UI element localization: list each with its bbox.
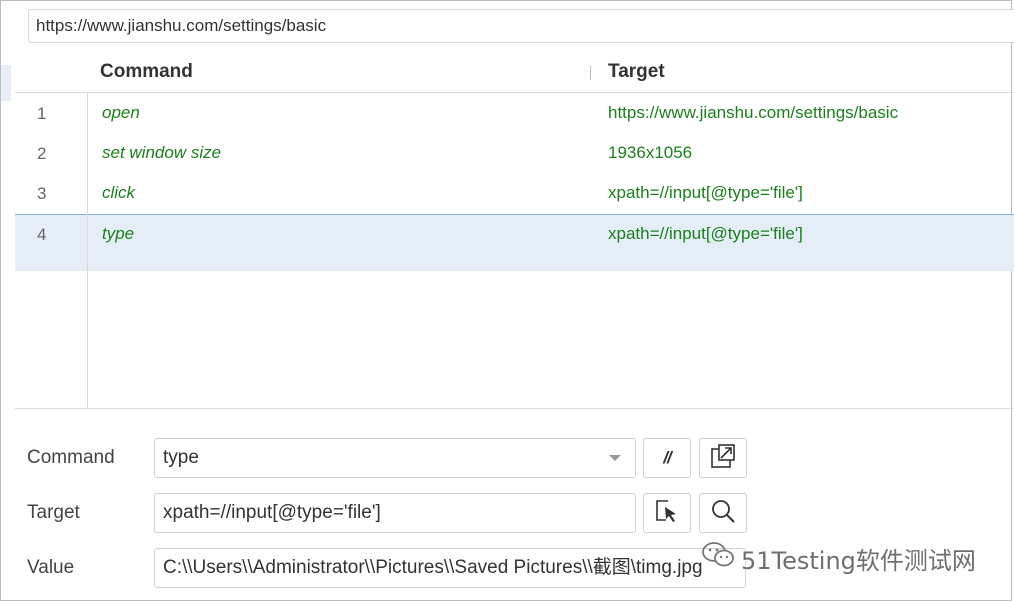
- command-label: Command: [27, 447, 115, 468]
- row-command: set window size: [102, 143, 222, 162]
- command-select[interactable]: type: [154, 438, 636, 478]
- row-target: 1936x1056: [608, 143, 693, 162]
- column-resize-handle[interactable]: [590, 66, 591, 80]
- find-target-button[interactable]: [699, 493, 747, 533]
- select-target-button[interactable]: [643, 493, 691, 533]
- magnifier-icon: [710, 498, 736, 529]
- row-command: type: [102, 224, 135, 243]
- row-target: xpath=//input[@type='file']: [608, 183, 803, 202]
- command-table: Command Target 1 open https://www.jiansh…: [15, 53, 1014, 409]
- chevron-down-icon[interactable]: [609, 455, 621, 461]
- external-link-icon: [710, 443, 736, 474]
- watermark: 51Testing软件测试网: [701, 538, 976, 578]
- left-accent-bar: [1, 65, 11, 101]
- table-header: Command Target: [15, 53, 1014, 93]
- ide-panel: https://www.jianshu.com/settings/basic C…: [0, 0, 1014, 601]
- row-number: 1: [37, 104, 47, 123]
- target-input[interactable]: xpath=//input[@type='file']: [154, 493, 636, 533]
- command-select-value: type: [163, 447, 199, 468]
- gutter-divider: [87, 93, 88, 408]
- row-number: 4: [37, 225, 47, 244]
- table-row-selected[interactable]: 4 type xpath=//input[@type='file']: [15, 214, 1014, 271]
- value-label: Value: [27, 557, 75, 578]
- wechat-icon: [701, 541, 741, 575]
- watermark-text: 51Testing软件测试网: [741, 546, 976, 575]
- value-input[interactable]: C:\\Users\\Administrator\\Pictures\\Save…: [154, 548, 746, 588]
- row-command: click: [102, 183, 136, 202]
- comment-toggle-button[interactable]: //: [643, 438, 691, 478]
- table-row[interactable]: 3 click xpath=//input[@type='file']: [15, 173, 1014, 213]
- base-url-input[interactable]: https://www.jianshu.com/settings/basic: [28, 9, 1014, 43]
- row-command: open: [102, 103, 140, 122]
- row-number: 3: [37, 184, 47, 203]
- row-target: https://www.jianshu.com/settings/basic: [608, 103, 899, 122]
- column-header-command[interactable]: Command: [100, 61, 193, 83]
- row-target: xpath=//input[@type='file']: [608, 224, 803, 243]
- column-header-target[interactable]: Target: [608, 61, 665, 83]
- open-reference-button[interactable]: [699, 438, 747, 478]
- cursor-select-icon: [654, 498, 680, 529]
- comment-button-label: //: [663, 448, 672, 467]
- table-row[interactable]: 2 set window size 1936x1056: [15, 133, 1014, 173]
- target-label: Target: [27, 502, 80, 523]
- row-number: 2: [37, 144, 47, 163]
- table-row[interactable]: 1 open https://www.jianshu.com/settings/…: [15, 93, 1014, 133]
